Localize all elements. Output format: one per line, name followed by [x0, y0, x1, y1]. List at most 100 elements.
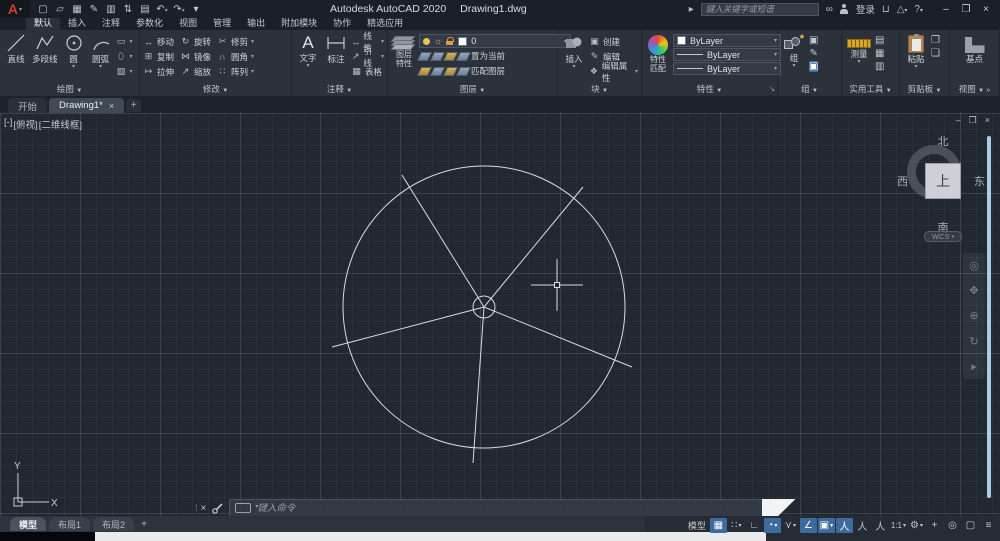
panel-label-layers[interactable]: 图层 ▼ [388, 84, 557, 96]
ortho-mode[interactable]: ∟ [746, 518, 763, 533]
doc-close-icon[interactable]: × [985, 115, 990, 126]
panel-label-properties[interactable]: 特性 ▼ ↘ [642, 84, 777, 96]
draw-tool-button[interactable]: 圆弧 ▾ [88, 32, 114, 84]
spoke-line-entity[interactable] [472, 306, 485, 464]
new-tab-button[interactable]: + [126, 99, 142, 112]
panel-label-draw[interactable]: 绘图 ▼ [0, 84, 139, 96]
viewport-visual-style-control[interactable]: [二维线框] [39, 117, 82, 131]
command-customize-wrench-icon[interactable] [212, 502, 223, 514]
vertical-scrollbar[interactable] [987, 136, 991, 498]
modify-tool-button[interactable]: ⋈ 镜像 [180, 50, 211, 63]
spoke-line-entity[interactable] [483, 306, 633, 368]
base-point-button[interactable]: 基点 [962, 32, 988, 84]
panel-label-group[interactable]: 组 ▼ [778, 84, 841, 96]
draw-tool-button[interactable]: 多段线 [30, 32, 60, 84]
show-motion-icon[interactable]: ▸ [971, 360, 977, 373]
wcs-dropdown[interactable]: WCS ▾ [924, 231, 962, 242]
group-edit-icon[interactable]: ✎ [809, 48, 818, 59]
autoscale[interactable]: 人 [854, 518, 871, 533]
explode-icon[interactable] [256, 50, 268, 63]
group-button[interactable]: * 组 ▾ [781, 32, 807, 84]
match-properties-button[interactable]: 特性匹配 [645, 32, 671, 84]
drawing-canvas[interactable]: [-] [俯视] [二维线框] – ❐ × 北 南 西 东 上 WCS ▾ ◎ ✥ ⊕… [0, 113, 1000, 516]
layer-thaw-sun-icon[interactable]: ☼ [434, 36, 442, 45]
user-icon[interactable] [840, 4, 849, 14]
layout-tab[interactable]: 布局1 [49, 517, 91, 531]
object-snap[interactable]: ▣ ▾ [817, 518, 835, 533]
autodesk-exchange-icon[interactable]: △▾ [897, 4, 908, 15]
ellipse-icon[interactable]: ⬯ ▾ [116, 50, 132, 63]
layer-on-lightbulb-icon[interactable] [423, 37, 430, 45]
draw-tool-button[interactable]: 圆 ▾ [61, 32, 87, 84]
layer-properties-button[interactable]: 图层特性 [390, 32, 417, 84]
customize-quick-access-icon[interactable]: ▾ [189, 4, 203, 15]
undo-icon[interactable]: ↶▾ [155, 4, 169, 15]
modify-tool-button[interactable]: ∷ 阵列 ▾ [217, 65, 254, 78]
steering-wheel-icon[interactable]: ◎ [969, 259, 979, 272]
insert-block-button[interactable]: 插入 ▾ [561, 32, 587, 84]
close-button[interactable]: × [976, 4, 996, 15]
isometric-drafting[interactable]: ⋎ ▾ [782, 518, 799, 533]
erase-icon[interactable] [256, 35, 268, 48]
modify-tool-button[interactable]: ↔ 移动 [143, 35, 174, 48]
sign-in-button[interactable]: 登录 [856, 2, 875, 16]
polar-tracking[interactable]: ◔ ▾ [763, 518, 781, 533]
measure-button[interactable]: 测量 ▾ [845, 32, 873, 84]
set-current-layer-button[interactable]: 置为当前 [416, 49, 571, 63]
search-input[interactable] [700, 2, 819, 16]
plot-icon[interactable]: ▥ [104, 4, 118, 15]
panel-label-utilities[interactable]: 实用工具 ▼ [842, 84, 899, 96]
search-binoculars-icon[interactable]: ∞ [826, 4, 833, 15]
viewcube-north[interactable]: 北 [898, 133, 988, 149]
paste-button[interactable]: 粘贴 ▾ [903, 32, 929, 84]
panel-label-annotation[interactable]: 注释 ▼ [292, 84, 387, 96]
ungroup-icon[interactable]: ▣ [809, 35, 818, 46]
command-input[interactable] [257, 502, 761, 514]
viewcube[interactable]: 北 南 西 东 上 WCS ▾ [897, 133, 988, 245]
object-color-dropdown[interactable]: ByLayer ▾ [673, 34, 781, 47]
draw-tool-button[interactable]: 直线 [3, 32, 29, 84]
pan-icon[interactable]: ✥ [969, 284, 978, 297]
layout-tab[interactable]: 模型 [10, 517, 47, 531]
dialog-launcher-icon[interactable]: ↘ [769, 84, 775, 95]
viewcube-west[interactable]: 西 [897, 173, 908, 189]
annotation-scale[interactable]: 1:1 ▾ [890, 518, 907, 533]
quick-select-icon[interactable]: ▤ [875, 35, 884, 46]
drawing-entities[interactable] [0, 113, 1000, 516]
new-layout-button[interactable]: + [137, 519, 151, 530]
id-point-icon[interactable]: ▥ [875, 61, 884, 72]
annotation-scale-icon[interactable]: 人 [872, 518, 889, 533]
file-tab[interactable]: Drawing1* × [49, 98, 125, 113]
file-tab[interactable]: 开始 [8, 98, 48, 113]
quick-calc-icon[interactable]: ▦ [875, 48, 884, 59]
grid-display[interactable]: ▦ [709, 518, 727, 533]
help-icon[interactable]: ?▾ [914, 4, 923, 15]
save-as-icon[interactable]: ✎ [87, 4, 101, 15]
close-tab-icon[interactable]: × [109, 101, 114, 111]
rectangle-icon[interactable]: ▭ ▾ [116, 35, 133, 48]
copy-base-icon[interactable]: ❏ [931, 48, 940, 59]
panel-label-block[interactable]: 块 ▼ [558, 84, 641, 96]
modify-tool-button[interactable]: ✂ 修剪 ▾ [217, 35, 254, 48]
snap-mode[interactable]: ∷ ▾ [728, 518, 745, 533]
status-model-label[interactable]: 模型 [688, 519, 706, 532]
layout-tab[interactable]: 布局2 [93, 517, 135, 531]
clean-screen[interactable]: ▢ [962, 518, 979, 533]
modify-tool-button[interactable]: ⊞ 复制 [143, 50, 174, 63]
print-icon[interactable]: ▤ [138, 4, 152, 15]
viewcube-top-face[interactable]: 上 [925, 163, 961, 199]
autocad-app-menu[interactable]: A ▾ [0, 0, 30, 18]
command-grip-handle[interactable]: ⁞ [195, 503, 197, 513]
text-button[interactable]: A 文字 ▾ [295, 32, 321, 84]
offset-icon[interactable] [256, 65, 268, 78]
hamburger-menu[interactable]: ≡ [980, 518, 997, 533]
viewport-view-control[interactable]: [俯视] [13, 117, 37, 131]
redo-icon[interactable]: ↷▾ [172, 4, 186, 15]
restore-button[interactable]: ❐ [956, 4, 976, 15]
group-selection-toggle-icon[interactable]: ▣ [809, 61, 819, 72]
spoke-line-entity[interactable] [483, 186, 584, 308]
recent-commands-icon[interactable] [235, 503, 258, 513]
panel-label-clipboard[interactable]: 剪贴板 ▼ [900, 84, 949, 96]
spoke-line-entity[interactable] [401, 174, 485, 308]
viewcube-east[interactable]: 东 [974, 173, 985, 189]
